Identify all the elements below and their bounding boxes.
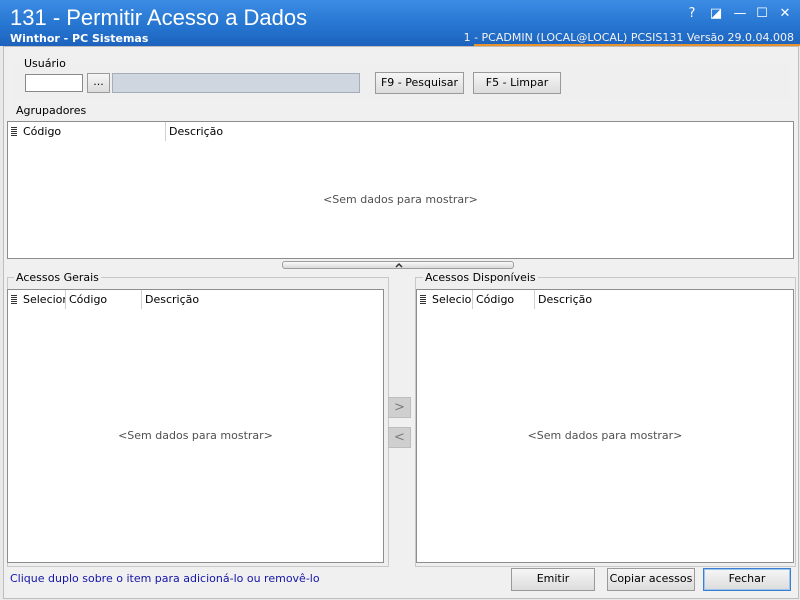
column-header-descricao[interactable]: Descrição xyxy=(535,290,735,309)
column-header-descricao[interactable]: Descrição xyxy=(166,122,366,141)
column-header-codigo[interactable]: Código xyxy=(473,290,535,309)
column-header-selecionar[interactable]: Selecionar xyxy=(20,290,66,309)
column-chooser-icon[interactable] xyxy=(11,295,17,304)
agrupadores-grid-header: Código Descrição xyxy=(8,122,793,141)
splitter-handle[interactable] xyxy=(282,261,514,269)
usuario-name-field xyxy=(112,73,360,93)
help-icon[interactable]: ? xyxy=(684,6,700,22)
acessos-gerais-empty-text: <Sem dados para mostrar> xyxy=(118,429,273,442)
title-bar: 131 - Permitir Acesso a Dados Winthor - … xyxy=(0,0,800,46)
session-info: 1 - PCADMIN (LOCAL@LOCAL) PCSIS131 Versã… xyxy=(463,31,794,44)
window-subtitle: Winthor - PC Sistemas xyxy=(10,32,149,45)
column-header-descricao[interactable]: Descrição xyxy=(142,290,342,309)
chevron-up-icon xyxy=(395,262,403,268)
add-access-button[interactable]: > xyxy=(388,397,411,418)
acessos-gerais-grid-header: Selecionar Código Descrição xyxy=(8,290,383,309)
column-chooser-icon[interactable] xyxy=(420,295,426,304)
acessos-disponiveis-label: Acessos Disponíveis xyxy=(423,271,538,284)
agrupadores-label: Agrupadores xyxy=(14,104,89,117)
hint-text: Clique duplo sobre o item para adicioná-… xyxy=(10,572,320,585)
maximize-icon[interactable]: ☐ xyxy=(754,6,770,22)
column-header-selecionar[interactable]: Selecionar xyxy=(429,290,473,309)
close-icon[interactable]: ✕ xyxy=(777,6,793,22)
agrupadores-empty-text: <Sem dados para mostrar> xyxy=(323,193,478,206)
fechar-button[interactable]: Fechar xyxy=(703,568,791,591)
usuario-code-input[interactable] xyxy=(25,74,83,92)
column-header-codigo[interactable]: Código xyxy=(66,290,142,309)
acessos-gerais-grid[interactable]: Selecionar Código Descrição <Sem dados p… xyxy=(7,289,384,563)
column-header-codigo[interactable]: Código xyxy=(20,122,166,141)
window-title: 131 - Permitir Acesso a Dados xyxy=(10,5,308,30)
usuario-lookup-button[interactable]: ... xyxy=(87,73,110,93)
emitir-button[interactable]: Emitir xyxy=(511,568,595,591)
acessos-disponiveis-grid[interactable]: Selecionar Código Descrição <Sem dados p… xyxy=(416,289,794,563)
minimize-icon[interactable]: — xyxy=(732,6,748,22)
usuario-label: Usuário xyxy=(22,57,68,70)
copiar-acessos-button[interactable]: Copiar acessos xyxy=(607,568,695,591)
acessos-gerais-label: Acessos Gerais xyxy=(14,271,101,284)
restore-icon[interactable]: ◪ xyxy=(708,6,724,22)
limpar-button[interactable]: F5 - Limpar xyxy=(473,72,561,94)
pesquisar-button[interactable]: F9 - Pesquisar xyxy=(375,72,464,94)
acessos-disponiveis-grid-header: Selecionar Código Descrição xyxy=(417,290,793,309)
agrupadores-grid[interactable]: Código Descrição <Sem dados para mostrar… xyxy=(7,121,794,259)
acessos-disponiveis-empty-text: <Sem dados para mostrar> xyxy=(527,429,683,442)
column-chooser-icon[interactable] xyxy=(11,127,17,136)
remove-access-button[interactable]: < xyxy=(388,427,411,448)
